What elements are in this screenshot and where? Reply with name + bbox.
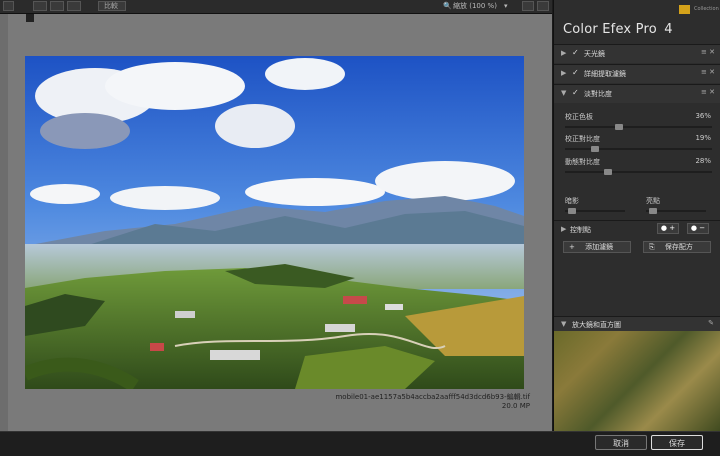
shadows-label: 暗影 [565, 197, 579, 205]
nik-logo-icon [679, 5, 690, 14]
add-filter-label: 添加濾鏡 [585, 243, 614, 251]
loupe-preview [554, 331, 720, 431]
side-by-side-view-button[interactable] [67, 1, 81, 11]
preview-image [25, 56, 524, 389]
megapixels: 20.0 MP [501, 402, 530, 410]
compare-button[interactable]: 比較 [98, 1, 126, 11]
filter-options-icon[interactable]: ≡ ✕ [701, 88, 715, 96]
app-title: Color Efex Pro 4 [563, 22, 673, 37]
slider-thumb[interactable] [615, 124, 624, 130]
add-filter-button[interactable]: + 添加濾鏡 [563, 241, 631, 253]
compare-label: 比較 [104, 2, 118, 10]
slider-thumb[interactable] [648, 208, 657, 214]
chevron-right-icon[interactable]: ▶ [561, 225, 566, 233]
filter-row-detail-extractor[interactable]: ▶ ✓ 詳細提取濾鏡 ≡ ✕ [554, 64, 720, 83]
slider-thumb[interactable] [591, 146, 600, 152]
slider-value: 19% [695, 134, 711, 142]
panel-toggle-left-button[interactable] [3, 1, 14, 11]
checkmark-icon[interactable]: ✓ [572, 88, 579, 97]
loupe-histogram-header[interactable]: ▼ 放大鏡和直方圖 ✎ [554, 316, 720, 331]
remove-control-point-button[interactable]: ● − [687, 223, 709, 234]
chevron-down-icon[interactable]: ▾ [504, 1, 508, 12]
slider-track[interactable] [565, 146, 712, 152]
slider-track[interactable] [565, 124, 712, 130]
filter-options-icon[interactable]: ≡ ✕ [701, 68, 715, 76]
slider-track[interactable] [565, 169, 712, 175]
brand-collection-label: Collection [694, 6, 719, 12]
slider-thumb[interactable] [603, 169, 612, 175]
slider-label: 校正色板 [565, 113, 593, 121]
highlights-slider-track[interactable] [646, 208, 706, 214]
filter-row-skylight[interactable]: ▶ ✓ 天光鏡 ≡ ✕ [554, 44, 720, 63]
shadows-slider-track[interactable] [565, 208, 625, 214]
highlights-label: 亮點 [646, 197, 660, 205]
chevron-right-icon[interactable]: ▶ [561, 69, 566, 77]
save-recipe-button[interactable]: ⎘ 保存配方 [643, 241, 711, 253]
chevron-right-icon[interactable]: ▶ [561, 49, 566, 57]
filter-label: 天光鏡 [584, 50, 605, 58]
file-name: mobile01-ae1157a5b4accba2aafff54d3dcd6b9… [335, 393, 530, 401]
slider-label: 動態對比度 [565, 158, 600, 166]
filter-label: 淡對比度 [584, 90, 612, 98]
checkmark-icon[interactable]: ✓ [572, 48, 579, 57]
loupe-label: 放大鏡和直方圖 [572, 321, 621, 329]
slider-value: 28% [695, 157, 711, 165]
add-control-point-button[interactable]: ● + [657, 223, 679, 234]
cancel-button[interactable]: 取消 [595, 435, 647, 450]
plus-icon: + [569, 243, 575, 251]
slider-thumb[interactable] [567, 208, 576, 214]
save-button[interactable]: 保存 [651, 435, 703, 450]
top-toolbar: 比較 🔍 縮放 (100 %) ▾ [0, 0, 552, 14]
split-view-button[interactable] [50, 1, 64, 11]
filter-label: 詳細提取濾鏡 [584, 70, 626, 78]
save-recipe-label: 保存配方 [664, 243, 693, 251]
single-view-button[interactable] [33, 1, 47, 11]
chevron-down-icon[interactable]: ▼ [561, 89, 566, 97]
save-recipe-icon: ⎘ [649, 243, 655, 251]
zoom-level[interactable]: 縮放 (100 %) [453, 1, 497, 12]
light-bulb-icon[interactable] [522, 1, 534, 11]
panel-toggle-right-button[interactable] [537, 1, 549, 11]
magnifier-icon: 🔍 [443, 2, 452, 10]
filter-options-icon[interactable]: ≡ ✕ [701, 48, 715, 56]
checkmark-icon[interactable]: ✓ [572, 68, 579, 77]
side-ruler [0, 14, 8, 431]
split-handle-icon[interactable] [26, 14, 34, 22]
control-points-label: 控制點 [570, 226, 591, 234]
app-version: 4 [664, 22, 673, 37]
chevron-down-icon[interactable]: ▼ [561, 320, 566, 328]
pin-icon[interactable]: ✎ [708, 319, 714, 327]
slider-value: 36% [695, 112, 711, 120]
control-points-row: ▶ 控制點 ● + ● − [554, 220, 720, 237]
filter-row-tonal-contrast[interactable]: ▼ ✓ 淡對比度 ≡ ✕ [554, 84, 720, 103]
slider-label: 校正對比度 [565, 135, 600, 143]
filter-panel: Collection Color Efex Pro 4 ▶ ✓ 天光鏡 ≡ ✕ … [553, 0, 720, 431]
app-name: Color Efex Pro [563, 22, 657, 37]
